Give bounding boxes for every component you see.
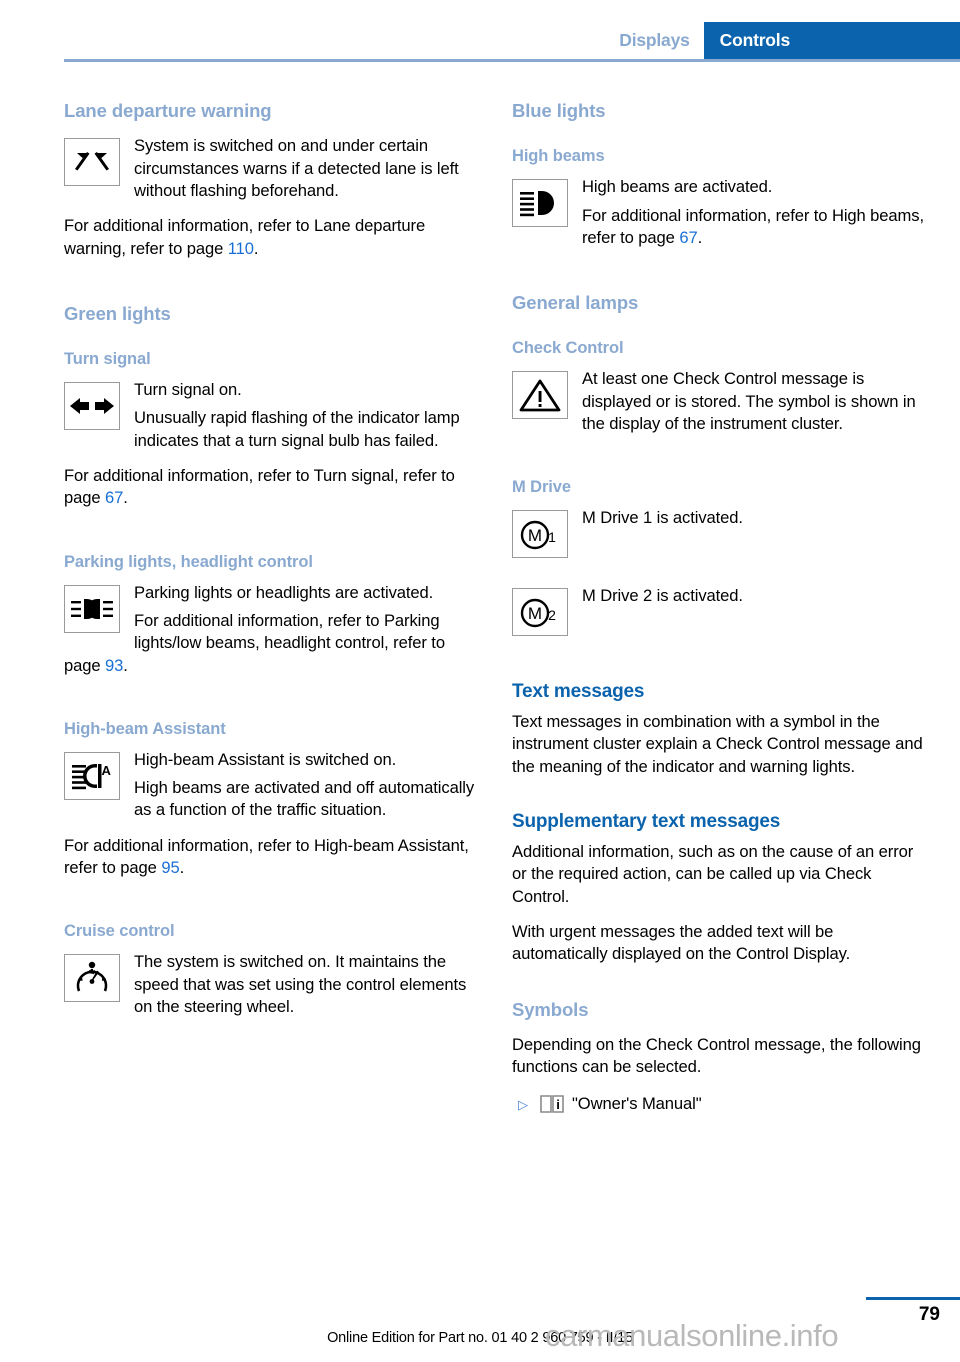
hba-ref-prefix: For additional information, refer to Hig… bbox=[64, 835, 469, 878]
hba-ref-suffix: . bbox=[179, 858, 185, 878]
heading-high-beam-assistant: High-beam Assistant bbox=[64, 719, 226, 738]
tab-controls[interactable]: Controls bbox=[703, 22, 960, 59]
turn-signal-ref-suffix: . bbox=[123, 488, 128, 508]
turn-signal-reference: For additional information, refer to Tur… bbox=[64, 465, 484, 510]
heading-high-beams: High beams bbox=[512, 147, 605, 166]
parking-lights-page-link[interactable]: 93 bbox=[105, 656, 123, 675]
page-number: 79 bbox=[918, 1304, 940, 1325]
left-column: Lane departure warning System is switche… bbox=[64, 100, 484, 1031]
high-beams-reference: For additional information, refer to Hig… bbox=[512, 205, 932, 250]
heading-parking-lights: Parking lights, headlight control bbox=[64, 552, 313, 571]
tab-controls-label: Controls bbox=[719, 29, 791, 50]
check-control-line-1: At least one Check Control message is di… bbox=[582, 369, 916, 434]
high-beam-icon bbox=[512, 179, 568, 228]
cruise-control-speedometer-icon bbox=[64, 954, 120, 1003]
high-beams-line-1: High beams are activated. bbox=[582, 177, 773, 197]
triangle-bullet-icon: ▷ bbox=[518, 1096, 528, 1112]
m-drive-2-label: M Drive 2 is activated. bbox=[582, 586, 743, 606]
parking-lights-line-1: Parking lights or headlights are activat… bbox=[134, 582, 434, 602]
header-divider-rule bbox=[64, 59, 960, 62]
svg-text:i: i bbox=[556, 1097, 560, 1112]
list-item-owners-manual[interactable]: ▷ i "Owner's Manual" bbox=[512, 1092, 932, 1116]
heading-supplementary-text-messages: Supplementary text messages bbox=[512, 811, 781, 833]
page-header: Displays Controls bbox=[0, 0, 960, 62]
turn-signal-page-link[interactable]: 67 bbox=[105, 488, 123, 507]
m-drive-1-icon: M 1 bbox=[512, 510, 568, 559]
supplementary-body-2: With urgent messages the added text will… bbox=[512, 921, 851, 964]
lane-departure-warning-icon bbox=[64, 138, 120, 187]
lane-departure-ref-suffix: . bbox=[253, 238, 259, 258]
svg-text:1: 1 bbox=[548, 529, 556, 545]
high-beams-ref-suffix: . bbox=[697, 227, 703, 247]
high-beam-assistant-line-1: High-beam Assistant is switched on. bbox=[134, 749, 397, 769]
svg-text:A: A bbox=[102, 763, 112, 778]
footer-divider-rule bbox=[866, 1297, 960, 1300]
heading-text-messages: Text messages bbox=[512, 681, 645, 703]
entry-turn-signal: Turn signal on. Unusually rapid flashing… bbox=[64, 379, 484, 452]
m-drive-2-icon: M 2 bbox=[512, 588, 568, 637]
entry-cruise-control: The system is switched on. It maintains … bbox=[64, 951, 484, 1018]
svg-text:M: M bbox=[528, 604, 542, 623]
turn-signal-arrows-icon bbox=[64, 382, 120, 431]
owners-manual-label: "Owner's Manual" bbox=[572, 1094, 702, 1114]
heading-blue-lights: Blue lights bbox=[512, 100, 606, 121]
high-beam-assistant-reference: For additional information, refer to Hig… bbox=[64, 835, 484, 880]
high-beams-page-link[interactable]: 67 bbox=[679, 228, 697, 247]
text-messages-body: Text messages in combination with a symb… bbox=[512, 712, 923, 776]
lane-departure-reference: For additional information, refer to Lan… bbox=[64, 215, 484, 260]
heading-symbols: Symbols bbox=[512, 998, 589, 1020]
entry-lane-departure-warning: System is switched on and under certain … bbox=[64, 135, 484, 202]
owners-manual-book-icon: i bbox=[538, 1092, 572, 1116]
warning-triangle-icon bbox=[512, 371, 568, 420]
heading-green-lights: Green lights bbox=[64, 302, 171, 324]
heading-cruise-control: Cruise control bbox=[64, 922, 175, 941]
supplementary-body-1: Additional information, such as on the c… bbox=[512, 841, 914, 906]
entry-m-drive-2: M 2 M Drive 2 is activated. bbox=[512, 585, 932, 638]
high-beams-ref-prefix: For additional information, refer to Hig… bbox=[582, 205, 924, 247]
tab-displays-label: Displays bbox=[619, 29, 690, 50]
turn-signal-line-2: Unusually rapid flashing of the indicato… bbox=[134, 408, 460, 450]
lane-departure-warning-text: System is switched on and under certain … bbox=[134, 136, 459, 200]
site-watermark: carmanualsonline.info bbox=[545, 1318, 839, 1353]
high-beam-assistant-line-2: High beams are activated and off automat… bbox=[134, 778, 475, 820]
heading-general-lamps: General lamps bbox=[512, 292, 639, 314]
lane-departure-page-link[interactable]: 110 bbox=[228, 239, 254, 258]
heading-m-drive: M Drive bbox=[512, 478, 571, 497]
right-column: Blue lights High beams High beams are ac… bbox=[512, 100, 932, 1116]
heading-check-control: Check Control bbox=[512, 339, 624, 358]
parking-lights-reference: For additional information, refer to Par… bbox=[64, 610, 484, 677]
heading-lane-departure-warning: Lane departure warning bbox=[64, 100, 272, 121]
section-tabs: Displays Controls bbox=[605, 22, 960, 59]
entry-check-control: At least one Check Control message is di… bbox=[512, 368, 932, 435]
entry-high-beam-assistant: A High-beam Assistant is switched on. Hi… bbox=[64, 749, 484, 822]
svg-text:2: 2 bbox=[548, 607, 556, 623]
parking-lights-icon bbox=[64, 584, 120, 633]
high-beam-assistant-page-link[interactable]: 95 bbox=[161, 858, 179, 877]
symbols-body: Depending on the Check Control message, … bbox=[512, 1034, 921, 1077]
m-drive-1-label: M Drive 1 is activated. bbox=[582, 508, 743, 528]
entry-parking-lights: Parking lights or headlights are activat… bbox=[64, 582, 484, 677]
tab-displays[interactable]: Displays bbox=[605, 22, 704, 59]
cruise-control-line-1: The system is switched on. It maintains … bbox=[134, 952, 467, 1016]
entry-high-beams: High beams are activated. For additional… bbox=[512, 176, 932, 249]
svg-text:M: M bbox=[528, 526, 542, 545]
high-beam-assistant-icon: A bbox=[64, 751, 120, 800]
parking-lights-ref-suffix: . bbox=[123, 655, 128, 675]
turn-signal-line-1: Turn signal on. bbox=[134, 380, 242, 400]
entry-m-drive-1: M 1 M Drive 1 is activated. bbox=[512, 507, 932, 560]
heading-turn-signal: Turn signal bbox=[64, 350, 151, 369]
